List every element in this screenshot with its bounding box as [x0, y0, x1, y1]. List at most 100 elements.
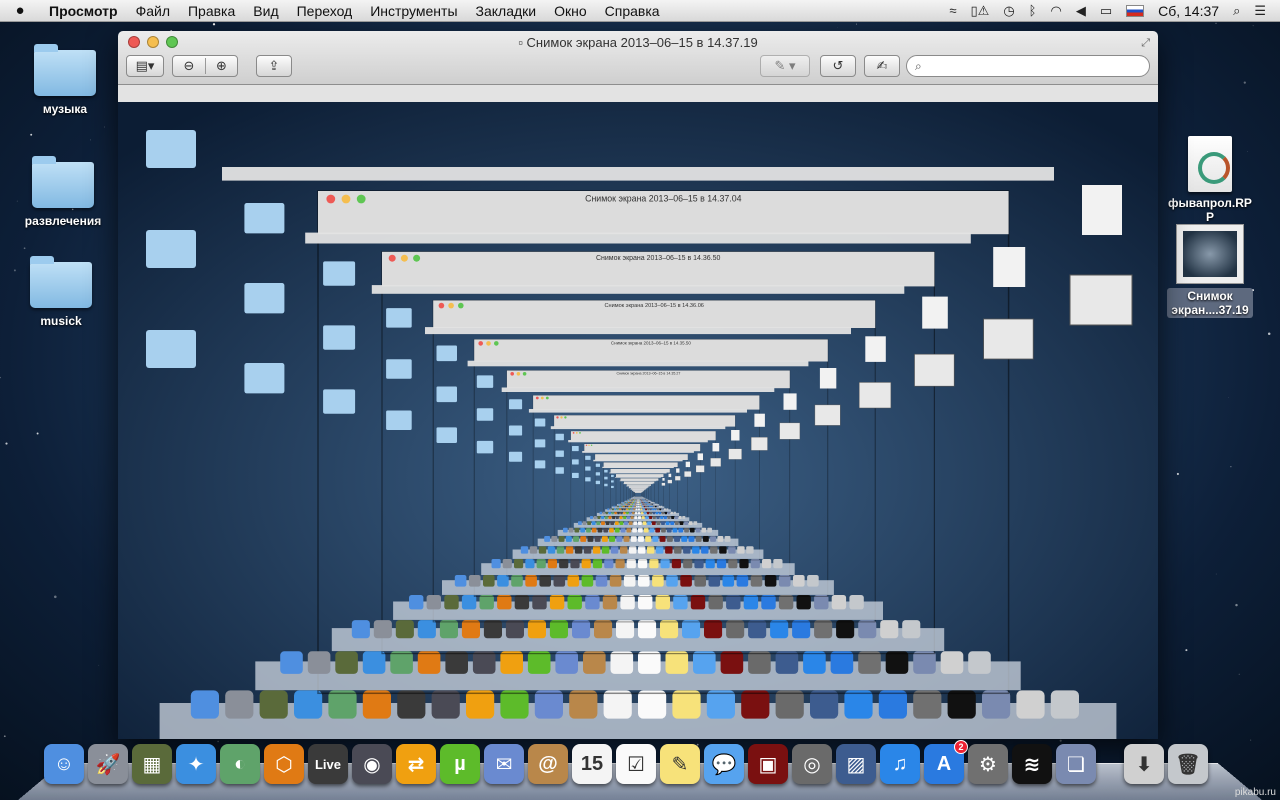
menu-view[interactable]: Вид — [244, 3, 287, 19]
input-source-flag-icon[interactable] — [1126, 4, 1145, 17]
nested-dock-icon — [940, 651, 964, 674]
nested-dock-icon — [638, 516, 641, 519]
menu-edit[interactable]: Правка — [179, 3, 244, 19]
nested-dock-icon — [1016, 690, 1045, 719]
nested-dock-icon — [814, 595, 829, 610]
desktop-file-rpp[interactable]: фывапрол.RP P — [1160, 136, 1260, 224]
battery-warning-icon[interactable]: ▯⚠ — [971, 3, 990, 19]
nested-dock-icon — [583, 651, 606, 674]
nested-traffic-light — [510, 372, 514, 376]
nested-dock-icon — [525, 559, 535, 569]
nested-dock-icon — [646, 511, 650, 515]
share-button[interactable]: ⇪ — [256, 55, 292, 77]
address-book-icon[interactable]: @ — [528, 744, 568, 784]
nested-dock-icon — [728, 546, 736, 554]
itunes-icon[interactable]: ♫ — [880, 744, 920, 784]
nested-dock-icon — [621, 503, 623, 505]
ableton-live-icon[interactable]: Live — [308, 744, 348, 784]
photo-booth-icon[interactable]: ▣ — [748, 744, 788, 784]
iphoto-icon[interactable]: ▨ — [836, 744, 876, 784]
zoom-in-icon[interactable]: ⊕ — [204, 58, 237, 74]
nested-file-icon — [662, 478, 665, 481]
nested-dock-icon — [544, 536, 551, 542]
soundcloud-icon[interactable]: ≋ — [1012, 744, 1052, 784]
desktop-folder-razvlecheniya[interactable]: развлечения — [13, 156, 113, 228]
mail-stamp-icon[interactable]: ✉ — [484, 744, 524, 784]
reminders-icon[interactable]: ☑ — [616, 744, 656, 784]
menu-app-name[interactable]: Просмотр — [40, 3, 127, 19]
desktop-folder-musick[interactable]: musick — [11, 256, 111, 328]
nested-dock-icon — [885, 651, 909, 674]
dropbox-status-icon[interactable]: ≈ — [949, 3, 956, 18]
launchpad-icon[interactable]: 🚀 — [88, 744, 128, 784]
desktop-folder-muzyka[interactable]: музыка — [15, 44, 115, 116]
sidebar-view-button[interactable]: ▤▾ — [126, 55, 164, 77]
search-field[interactable]: ⌕ — [906, 55, 1150, 77]
downloads-stack-icon[interactable]: ⬇ — [1124, 744, 1164, 784]
volume-icon[interactable]: ◀ — [1076, 3, 1086, 19]
nested-dock-icon — [616, 620, 635, 639]
annotate-button[interactable]: ✎ ▾ — [760, 55, 810, 77]
menu-file[interactable]: Файл — [127, 3, 179, 19]
menu-clock[interactable]: Сб, 14:37 — [1158, 3, 1219, 19]
apple-menu-icon[interactable]: ● — [0, 2, 40, 19]
nested-folder-icon — [244, 283, 285, 314]
nested-dock-icon — [491, 559, 501, 569]
rotate-button[interactable]: ↺ — [820, 55, 856, 77]
nested-dock-icon — [505, 620, 524, 639]
nested-dock-icon — [626, 516, 630, 519]
rotate-icon: ↺ — [832, 58, 844, 73]
nested-dock-icon — [608, 511, 611, 515]
menu-help[interactable]: Справка — [596, 3, 669, 19]
nested-dock-icon — [623, 536, 630, 542]
mission-control-icon[interactable]: ▦ — [132, 744, 172, 784]
reason-icon[interactable]: ⬡ — [264, 744, 304, 784]
finder-icon[interactable]: ☺ — [44, 744, 84, 784]
nested-dock-icon — [502, 559, 512, 569]
nested-traffic-light — [438, 302, 445, 309]
nested-dock-icon — [556, 546, 565, 554]
nested-window-title: Снимок экрана 2013–06–15 в 14.35.50 — [611, 341, 692, 346]
bluetooth-icon[interactable]: ᛒ — [1029, 3, 1037, 18]
menu-tools[interactable]: Инструменты — [361, 3, 466, 19]
battery-icon[interactable]: ▭ — [1100, 3, 1112, 19]
desktop-file-screenshot[interactable]: Снимок экран....37.19 — [1160, 224, 1260, 318]
system-preferences-icon[interactable]: ⚙ — [968, 744, 1008, 784]
trash-icon[interactable]: 🗑 — [1168, 744, 1208, 784]
facetime-icon[interactable]: ◎ — [792, 744, 832, 784]
reeder-icon[interactable]: ◐ — [220, 744, 260, 784]
wifi-icon[interactable]: ◠ — [1050, 3, 1061, 19]
nested-folder-icon — [436, 427, 457, 443]
zoom-out-icon[interactable]: ⊖ — [173, 58, 205, 74]
nested-dock-icon — [397, 690, 426, 719]
notification-center-icon[interactable]: ☰ — [1254, 3, 1266, 19]
disk-utility-icon[interactable]: ◉ — [352, 744, 392, 784]
messages-icon[interactable]: 💬 — [704, 744, 744, 784]
fullscreen-icon[interactable]: ⤢ — [1141, 37, 1150, 50]
spotlight-icon[interactable]: ⌕ — [1233, 3, 1240, 19]
nested-dock-icon — [608, 516, 612, 519]
app-store-icon[interactable]: A2 — [924, 740, 968, 784]
nested-folder-icon — [436, 386, 457, 403]
utorrent-icon[interactable]: µ — [440, 744, 480, 784]
edit-toolbar-button[interactable]: ✍ — [864, 55, 900, 77]
nested-dock-icon — [351, 620, 370, 639]
nested-dock-icon — [395, 620, 414, 639]
nested-dock-icon — [587, 536, 594, 542]
nested-dock-icon — [547, 559, 557, 569]
time-machine-icon[interactable]: ◷ — [1003, 3, 1014, 19]
menu-window[interactable]: Окно — [545, 3, 596, 19]
nested-menubar — [623, 483, 653, 485]
preview-icon[interactable]: ❏ — [1056, 744, 1096, 784]
menu-go[interactable]: Переход — [288, 3, 362, 19]
nested-dock-icon — [612, 508, 614, 511]
nested-dock-icon — [814, 620, 833, 639]
calendar-icon[interactable]: 15 — [572, 744, 612, 784]
stickies-icon[interactable]: ✎ — [660, 744, 700, 784]
nested-dock-icon — [761, 595, 776, 610]
menu-bookmarks[interactable]: Закладки — [467, 3, 546, 19]
safari-icon[interactable]: ✦ — [176, 744, 216, 784]
nested-dock-icon — [626, 511, 629, 515]
folx-icon[interactable]: ⇄ — [396, 744, 436, 784]
nested-dock-icon — [604, 559, 614, 569]
